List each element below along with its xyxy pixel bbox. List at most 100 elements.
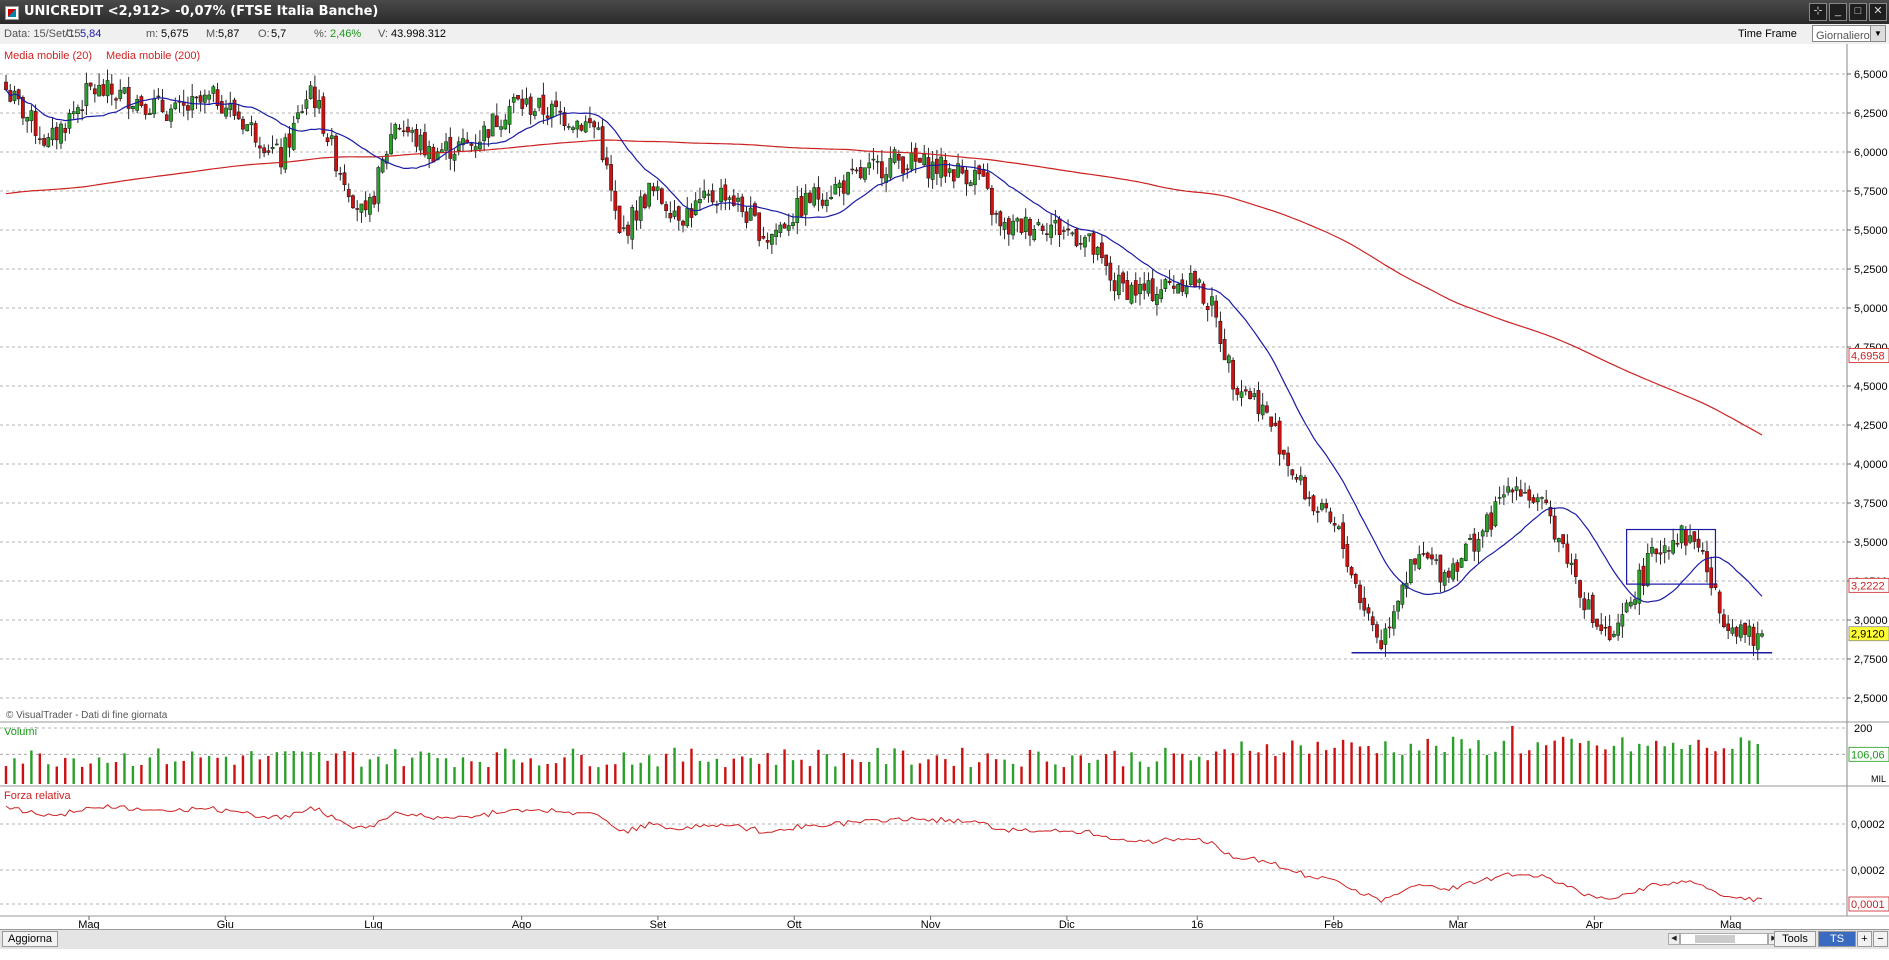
candle-body — [1159, 289, 1164, 299]
candle-body — [528, 96, 533, 115]
volume-bar — [1155, 761, 1159, 784]
chart-area[interactable]: 6,5000 6,2500 6,0000 5,7500 5,5000 5,2500 5,00… — [0, 44, 1889, 929]
ts-off-button[interactable]: TS OFF — [1818, 931, 1856, 959]
candle-body — [1315, 511, 1320, 513]
candle-body — [224, 107, 228, 117]
minimize-button[interactable]: _ — [1829, 3, 1847, 21]
candle-body — [148, 113, 152, 115]
candle-body — [545, 115, 550, 119]
candle-body — [135, 99, 140, 111]
candle-body — [1222, 339, 1227, 361]
zoom-out-button[interactable]: − — [1873, 931, 1888, 947]
candle-body — [253, 123, 258, 143]
volume-bar — [1384, 741, 1387, 784]
volume-bar — [1121, 766, 1125, 784]
volume-bar — [1231, 753, 1235, 784]
candle-body — [630, 207, 635, 240]
volume-bar — [808, 766, 812, 784]
volume-bar — [512, 759, 515, 784]
chevron-down-icon: ▼ — [1870, 26, 1885, 41]
candle-body — [816, 187, 821, 200]
candle-body — [1730, 627, 1735, 634]
volume-bar — [1485, 754, 1489, 784]
candle-body — [770, 233, 774, 245]
candle-body — [1121, 272, 1125, 284]
volume-bar — [1401, 754, 1404, 784]
candle-body — [499, 126, 503, 130]
candle-body — [1282, 449, 1286, 455]
volume-bar — [1240, 741, 1243, 784]
candle-body — [892, 149, 897, 163]
candle-body — [131, 105, 135, 109]
candle-body — [1294, 477, 1299, 480]
candle-body — [566, 126, 571, 128]
volume-bar — [174, 761, 177, 784]
pin-icon[interactable]: ⊹ — [1809, 3, 1827, 21]
candle-body — [660, 188, 664, 204]
candle-body — [727, 197, 732, 200]
volume-bar — [436, 757, 439, 784]
x-tick-label: Apr — [1586, 919, 1603, 929]
candle-body — [42, 138, 46, 146]
aggiorna-button[interactable]: Aggiorna — [2, 931, 59, 947]
timeframe-select[interactable]: Giornaliero ▼ — [1812, 25, 1886, 42]
close-button[interactable]: ✕ — [1869, 3, 1887, 21]
maximize-button[interactable]: □ — [1849, 3, 1867, 21]
candle-body — [1366, 607, 1371, 614]
candle-body — [1298, 475, 1303, 481]
volume-bar — [470, 761, 473, 784]
candle-body — [693, 200, 698, 216]
candle-body — [765, 240, 770, 243]
x-tick-label: Dic — [1059, 919, 1075, 929]
volume-bar — [800, 759, 803, 784]
zoom-in-button[interactable]: + — [1857, 931, 1872, 947]
volume-bar — [969, 767, 972, 784]
scroll-left-icon[interactable]: ◀ — [1668, 933, 1680, 945]
candle-body — [452, 153, 457, 161]
volume-bar — [165, 764, 168, 784]
volume-bar — [1612, 745, 1616, 784]
candle-body — [1214, 300, 1219, 318]
tools-button[interactable]: Tools — [1774, 931, 1816, 947]
candle-body — [964, 169, 969, 185]
candle-body — [1028, 219, 1032, 236]
candle-body — [1535, 497, 1540, 503]
volume-bar — [1553, 740, 1556, 784]
candle-body — [1590, 594, 1595, 623]
candle-body — [1104, 254, 1108, 267]
volume-bar — [1341, 739, 1345, 784]
candle-body — [588, 118, 592, 124]
volume-bar — [1265, 744, 1269, 784]
candle-body — [1565, 543, 1570, 564]
candle-body — [1176, 284, 1180, 294]
candle-body — [896, 153, 901, 161]
x-tick-label: Mar — [1449, 919, 1468, 929]
candle-body — [1083, 237, 1087, 248]
candle-body — [1358, 584, 1362, 603]
horizontal-scrollbar[interactable] — [1680, 933, 1768, 945]
volume-bar — [1291, 740, 1294, 784]
candle-body — [994, 213, 998, 215]
scroll-thumb[interactable] — [1695, 935, 1735, 943]
candle-body — [723, 184, 728, 201]
candle-body — [918, 157, 922, 163]
volume-bar — [1248, 750, 1252, 784]
volume-bar — [1037, 751, 1040, 784]
volume-bar — [952, 765, 956, 784]
volume-bar — [1646, 745, 1649, 784]
candle-body — [664, 204, 668, 211]
volume-bar — [1561, 736, 1565, 784]
volume-bar — [284, 751, 287, 784]
candle-body — [1468, 537, 1472, 540]
volume-bar — [80, 766, 84, 784]
volume-bar — [935, 755, 939, 784]
candle-body — [1332, 523, 1337, 526]
candle-body — [1375, 624, 1379, 638]
volume-bar — [351, 752, 355, 784]
candle-body — [706, 193, 711, 196]
candle-body — [1628, 601, 1633, 607]
candle-body — [1683, 529, 1688, 546]
volume-bar — [1358, 746, 1362, 784]
candle-body — [1133, 280, 1138, 296]
volume-bar — [1663, 746, 1666, 784]
